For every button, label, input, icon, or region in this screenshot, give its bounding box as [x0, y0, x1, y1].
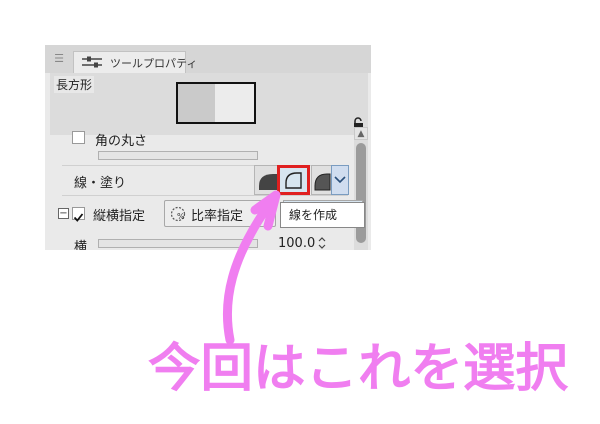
line-fill-dropdown[interactable] — [331, 165, 349, 195]
fill-and-line-icon — [314, 173, 331, 191]
width-value[interactable]: 100.0 — [278, 236, 315, 250]
width-label: 横 — [74, 240, 88, 250]
shape-preview — [176, 82, 256, 124]
stepper-icon[interactable] — [318, 236, 326, 250]
divider — [62, 195, 348, 196]
line-fill-label: 線・塗り — [74, 176, 127, 191]
scroll-thumb[interactable] — [356, 143, 366, 243]
tab-label: ツールプロパティ — [110, 57, 198, 70]
fill-and-line-button[interactable] — [311, 165, 331, 195]
chevron-down-icon — [334, 176, 346, 184]
aspect-label: 縦横指定 — [93, 209, 146, 224]
ratio-icon: % — [170, 206, 186, 222]
svg-text:%: % — [177, 212, 185, 221]
annotation-text: 今回はこれを選択 — [148, 339, 569, 399]
scrollbar[interactable]: ▲ — [354, 127, 368, 250]
corner-checkbox[interactable] — [72, 131, 85, 144]
menu-icon[interactable]: ☰ — [52, 52, 66, 66]
width-slider[interactable] — [98, 239, 258, 248]
tool-preview-area: 長方形 — [50, 73, 368, 135]
collapse-toggle[interactable]: − — [58, 208, 69, 219]
tab-tool-property[interactable]: ツールプロパティ — [73, 51, 197, 73]
scroll-up-arrow[interactable]: ▲ — [354, 127, 368, 140]
tool-name: 長方形 — [54, 76, 95, 93]
ratio-label: 比率指定 — [191, 209, 244, 224]
corner-slider[interactable] — [98, 151, 258, 160]
check-icon — [73, 213, 84, 222]
aspect-checkbox[interactable] — [72, 207, 85, 222]
tab-bar: ☰ ツールプロパティ — [45, 45, 371, 73]
ratio-button[interactable]: % 比率指定 — [164, 200, 276, 227]
tool-property-icon — [82, 56, 102, 68]
line-shape-button[interactable] — [277, 165, 310, 195]
tooltip: 線を作成 — [280, 202, 365, 228]
corner-label: 角の丸さ — [95, 134, 148, 149]
line-shape-icon — [285, 172, 302, 189]
